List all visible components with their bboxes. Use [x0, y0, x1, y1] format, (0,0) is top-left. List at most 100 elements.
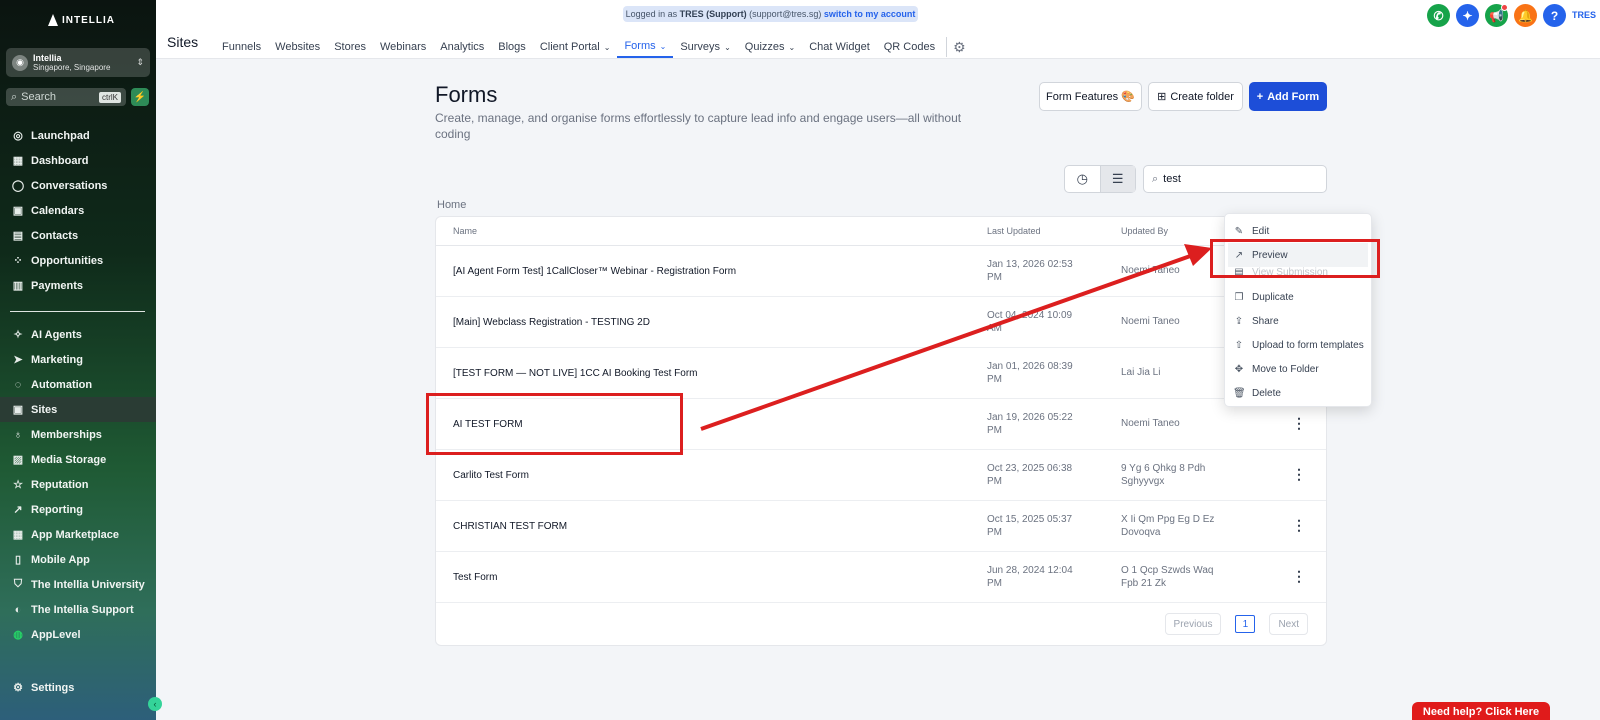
sidebar-item-sites[interactable]: ▣ Sites — [0, 397, 156, 422]
tab-forms[interactable]: Forms ⌄ — [617, 36, 674, 58]
sidebar-item-university[interactable]: ⛉ The Intellia University — [0, 572, 156, 597]
tab-websites[interactable]: Websites — [268, 36, 327, 58]
form-updated-by: Noemi Taneo — [1121, 418, 1180, 429]
account-switcher[interactable]: ◉ Intellia Singapore, Singapore ⇕ — [6, 48, 150, 77]
move-icon: ✥ — [1234, 363, 1244, 375]
help-icon[interactable]: ? — [1543, 4, 1566, 27]
sidebar-item-support[interactable]: ◐ The Intellia Support — [0, 597, 156, 622]
row-actions-kebab-icon[interactable]: ⋮ — [1292, 415, 1306, 432]
sidebar-item-conversations[interactable]: ◯ Conversations — [0, 173, 156, 198]
sites-icon: ▣ — [12, 404, 24, 416]
tab-qr-codes[interactable]: QR Codes — [877, 36, 942, 58]
upload-icon: ⇧ — [1234, 339, 1244, 351]
sidebar-item-dashboard[interactable]: ▦ Dashboard — [0, 148, 156, 173]
sidebar-item-applevel[interactable]: ◍ AppLevel — [0, 622, 156, 647]
sidebar-item-marketing[interactable]: ➤ Marketing — [0, 347, 156, 372]
column-header-updated[interactable]: Last Updated — [987, 226, 1041, 236]
automation-icon: ◌ — [14, 378, 22, 391]
form-features-button[interactable]: Form Features 🎨 — [1039, 82, 1142, 111]
tab-divider — [946, 37, 948, 57]
tab-quizzes[interactable]: Quizzes ⌄ — [738, 36, 802, 58]
tab-chat-widget[interactable]: Chat Widget — [802, 36, 877, 58]
brand-logo[interactable]: INTELLIA — [48, 14, 115, 26]
collapse-sidebar-icon[interactable]: ‹ — [148, 697, 162, 711]
sidebar-item-settings[interactable]: ⚙ Settings — [0, 675, 156, 700]
phone-icon[interactable]: ✆ — [1427, 4, 1450, 27]
sidebar-item-launchpad[interactable]: ◎ Launchpad — [0, 123, 156, 148]
tab-stores[interactable]: Stores — [327, 36, 373, 58]
menu-item-move-folder[interactable]: ✥ Move to Folder — [1225, 357, 1371, 381]
row-actions-kebab-icon[interactable]: ⋮ — [1292, 517, 1306, 534]
sidebar-item-automation[interactable]: ◌ Automation — [0, 372, 156, 397]
recent-clock-icon[interactable]: ◷ — [1065, 166, 1100, 192]
tab-client-portal[interactable]: Client Portal ⌄ — [533, 36, 618, 58]
form-name[interactable]: Test Form — [453, 572, 497, 583]
row-actions-kebab-icon[interactable]: ⋮ — [1292, 466, 1306, 483]
sidebar-item-reputation[interactable]: ☆ Reputation — [0, 472, 156, 497]
form-name[interactable]: [AI Agent Form Test] 1CallCloser™ Webina… — [453, 266, 736, 277]
user-initials[interactable]: TRES — [1572, 10, 1596, 20]
list-view-icon[interactable]: ☰ — [1099, 166, 1135, 192]
sites-settings-gear-icon[interactable]: ⚙ — [953, 36, 966, 58]
help-button[interactable]: Need help? Click Here — [1412, 702, 1550, 720]
date-text: Jan 13, 2026 02:53 — [987, 259, 1073, 270]
menu-item-delete[interactable]: 🗑 Delete — [1225, 381, 1371, 405]
form-name[interactable]: Carlito Test Form — [453, 470, 529, 481]
megaphone-icon[interactable]: 📢 — [1485, 4, 1508, 27]
table-row[interactable]: Test Form Jun 28, 2024 12:04 PM O 1 Qcp S… — [436, 552, 1326, 603]
sidebar-item-ai-agents[interactable]: ✧ AI Agents — [0, 322, 156, 347]
search-icon: ⌕ — [1152, 172, 1159, 185]
sidebar-item-reporting[interactable]: ↗ Reporting — [0, 497, 156, 522]
add-form-button[interactable]: + Add Form — [1249, 82, 1327, 111]
trash-icon: 🗑 — [1233, 387, 1246, 399]
sidebar-item-app-marketplace[interactable]: ▦ App Marketplace — [0, 522, 156, 547]
magic-wand-icon[interactable]: ✦ — [1456, 4, 1479, 27]
sidebar-item-contacts[interactable]: ▤ Contacts — [0, 223, 156, 248]
column-header-name[interactable]: Name — [453, 226, 477, 236]
sidebar-item-label: Payments — [31, 279, 83, 292]
previous-page-button[interactable]: Previous — [1164, 613, 1222, 635]
create-folder-button[interactable]: ⊞ Create folder — [1148, 82, 1243, 111]
tab-label: Forms — [624, 40, 656, 52]
table-row[interactable]: Carlito Test Form Oct 23, 2025 06:38 PM 9… — [436, 450, 1326, 501]
column-header-by[interactable]: Updated By — [1121, 226, 1168, 236]
sites-tabs: Funnels Websites Stores Webinars Analyti… — [215, 36, 966, 58]
form-name[interactable]: [Main] Webclass Registration - TESTING 2… — [453, 317, 650, 328]
menu-item-duplicate[interactable]: ❐ Duplicate — [1225, 285, 1371, 309]
chevron-updown-icon: ⇕ — [136, 57, 144, 67]
switch-account-link[interactable]: switch to my account — [824, 9, 916, 19]
sidebar-item-media-storage[interactable]: ▨ Media Storage — [0, 447, 156, 472]
tab-label: QR Codes — [883, 41, 936, 53]
tab-analytics[interactable]: Analytics — [433, 36, 491, 58]
form-name[interactable]: CHRISTIAN TEST FORM — [453, 521, 567, 532]
tab-funnels[interactable]: Funnels — [215, 36, 268, 58]
bell-icon[interactable]: 🔔 — [1514, 4, 1537, 27]
page-number-button[interactable]: 1 — [1235, 615, 1256, 633]
menu-item-share[interactable]: ⇪ Share — [1225, 309, 1371, 333]
table-row[interactable]: CHRISTIAN TEST FORM Oct 15, 2025 05:37 PM… — [436, 501, 1326, 552]
tab-surveys[interactable]: Surveys ⌄ — [673, 36, 737, 58]
table-row[interactable]: [Main] Webclass Registration - TESTING 2… — [436, 297, 1326, 348]
sidebar-item-mobile-app[interactable]: ▯ Mobile App — [0, 547, 156, 572]
menu-item-upload-template[interactable]: ⇧ Upload to form templates — [1225, 333, 1371, 357]
table-row[interactable]: [AI Agent Form Test] 1CallCloser™ Webina… — [436, 246, 1326, 297]
account-location: Singapore, Singapore — [33, 62, 111, 72]
table-row[interactable]: [TEST FORM — NOT LIVE] 1CC AI Booking Te… — [436, 348, 1326, 399]
tab-webinars[interactable]: Webinars — [373, 36, 433, 58]
tab-label: Client Portal — [539, 41, 600, 53]
tab-blogs[interactable]: Blogs — [491, 36, 533, 58]
sidebar-item-payments[interactable]: ▥ Payments — [0, 273, 156, 298]
sidebar-item-memberships[interactable]: ♁ Memberships — [0, 422, 156, 447]
menu-item-label: Delete — [1252, 387, 1281, 399]
next-page-button[interactable]: Next — [1269, 613, 1308, 635]
sidebar-item-calendars[interactable]: ▣ Calendars — [0, 198, 156, 223]
form-name[interactable]: [TEST FORM — NOT LIVE] 1CC AI Booking Te… — [453, 368, 698, 379]
form-updated-by: O 1 Qcp Szwds Waq Fpb 21 Zk — [1121, 565, 1214, 589]
sidebar-search[interactable]: ⌕ Search ctrlK — [6, 88, 126, 106]
quick-action-bolt-icon[interactable]: ⚡ — [131, 88, 149, 106]
row-actions-kebab-icon[interactable]: ⋮ — [1292, 568, 1306, 585]
forms-search-input[interactable]: ⌕ test — [1143, 165, 1327, 193]
breadcrumb[interactable]: Home — [437, 199, 466, 211]
sidebar-item-opportunities[interactable]: ⁘ Opportunities — [0, 248, 156, 273]
pagination: Previous 1 Next — [1164, 613, 1308, 635]
